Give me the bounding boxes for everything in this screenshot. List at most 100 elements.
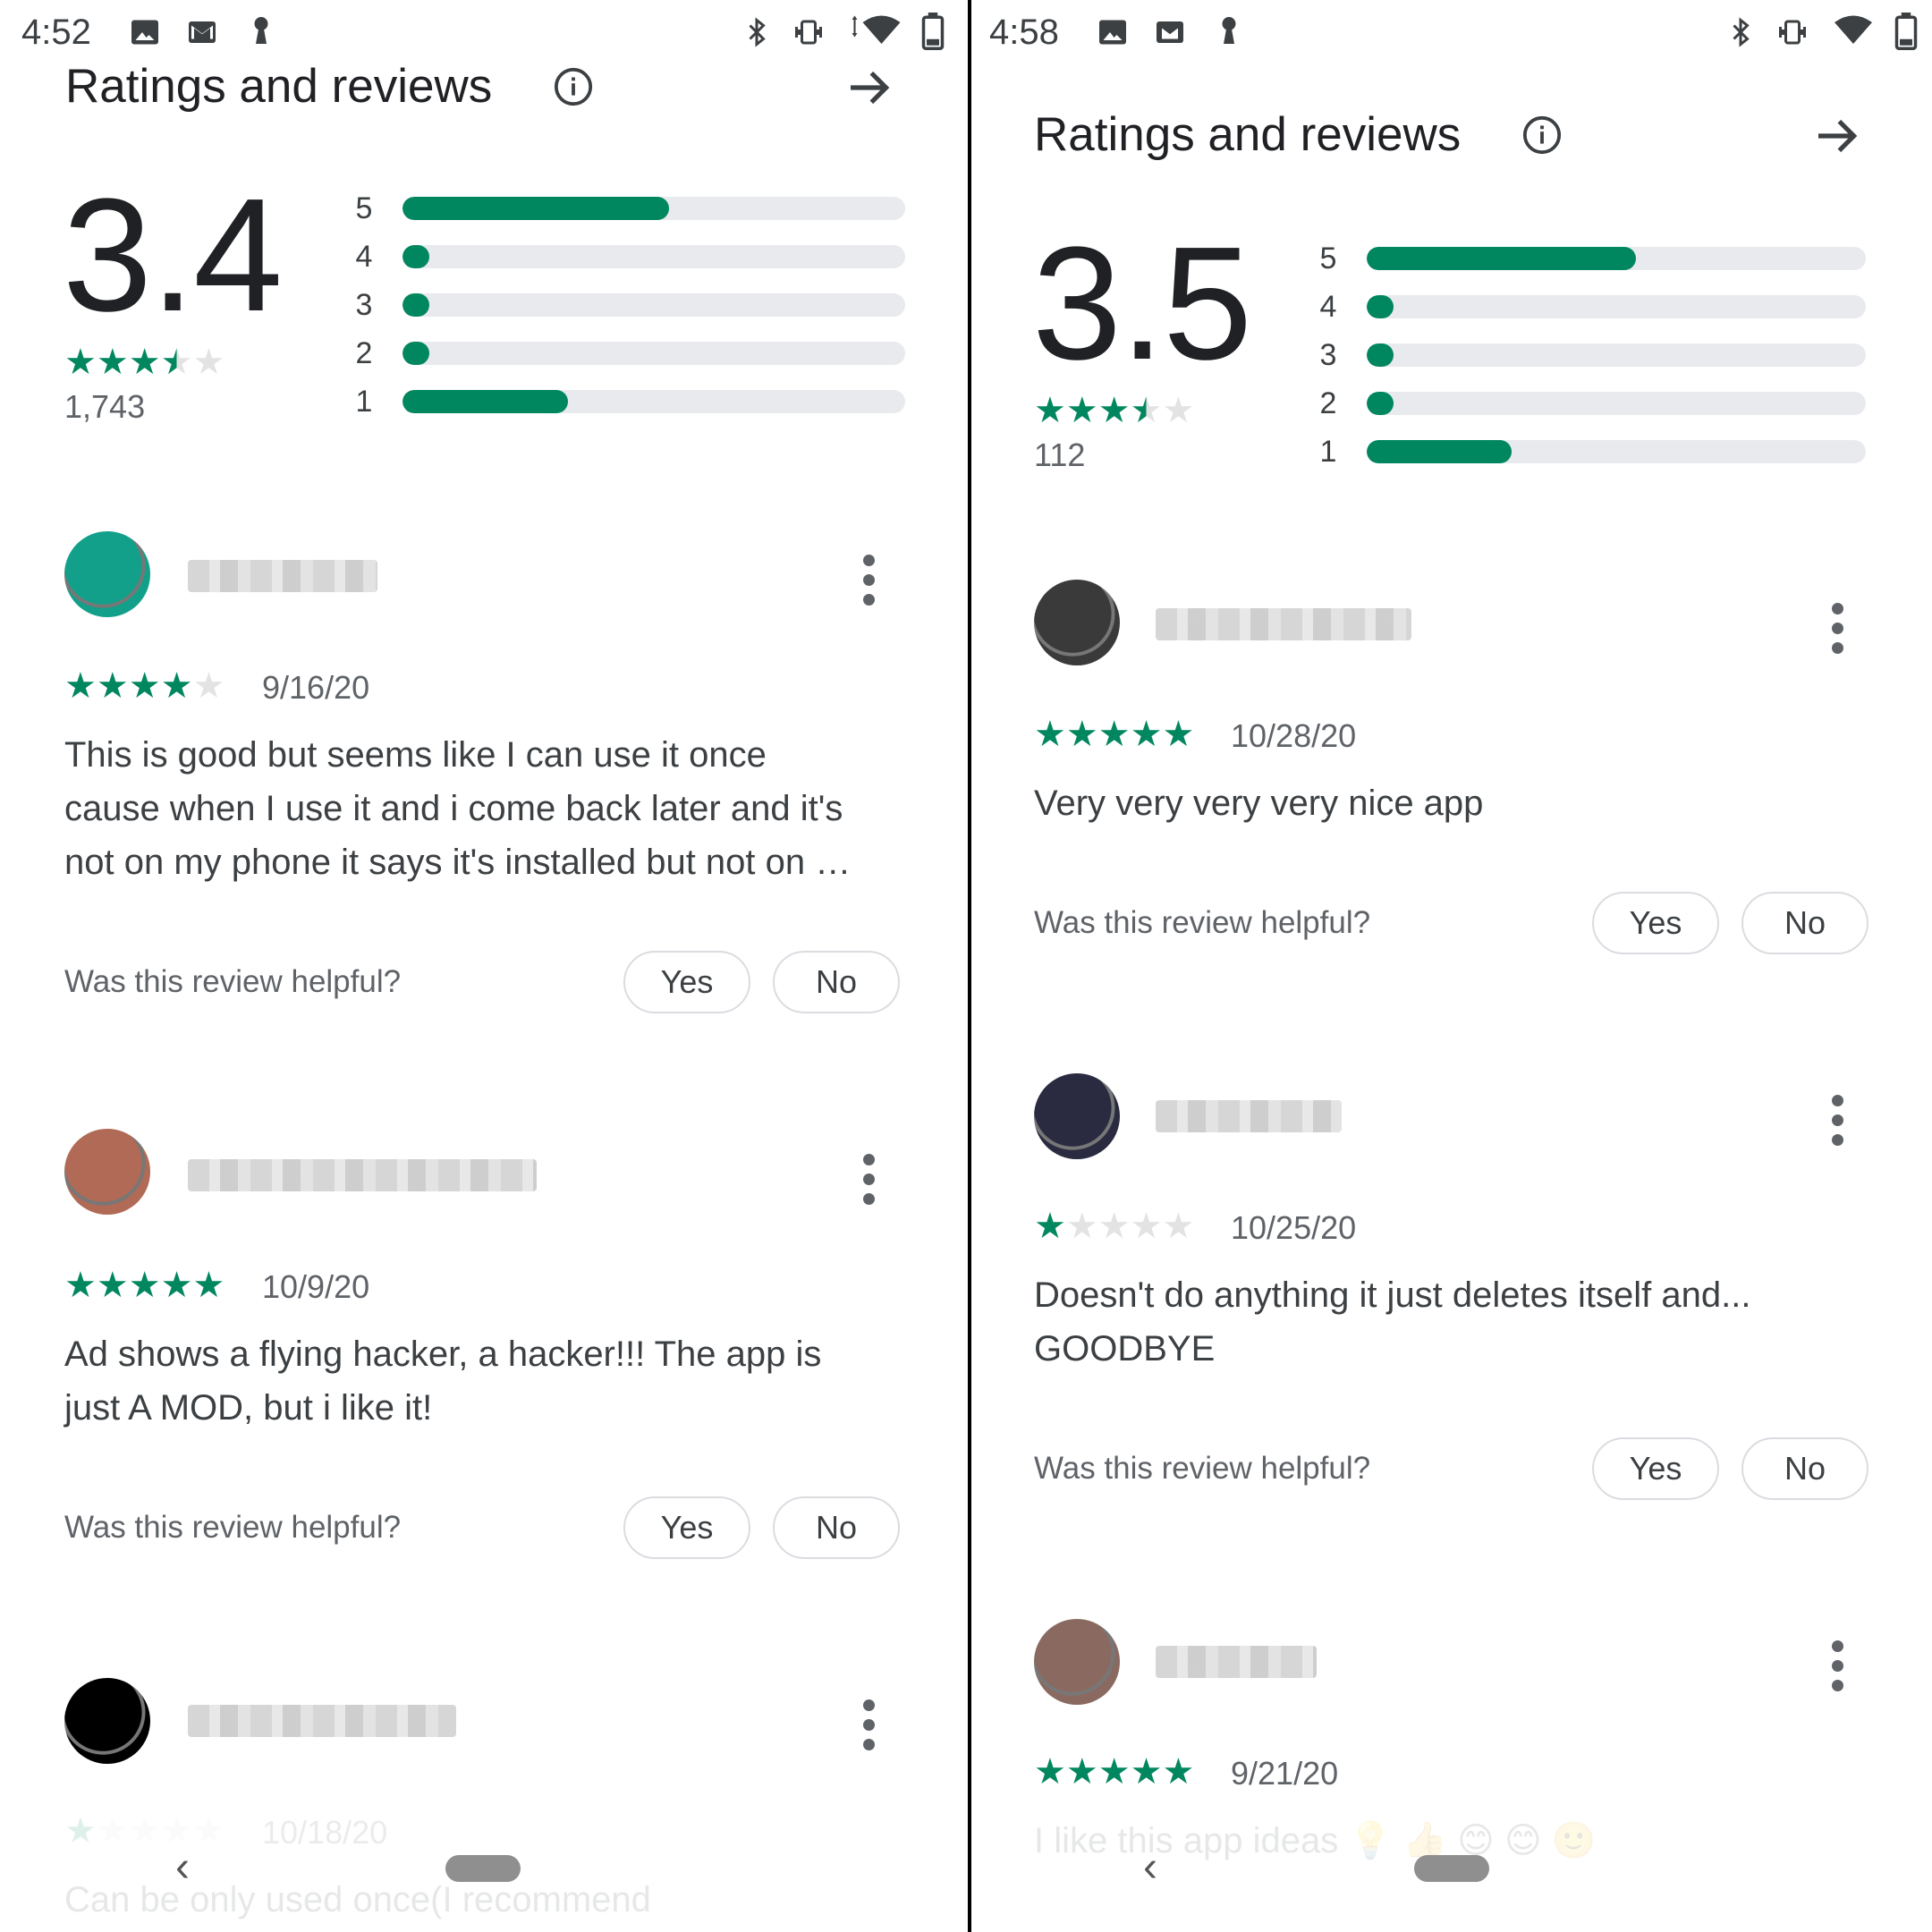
star-icon: ★	[1065, 1207, 1098, 1246]
star-icon: ★	[96, 343, 129, 382]
star-icon: ★	[1097, 715, 1131, 754]
review-text: Ad shows a flying hacker, a hacker!!! Th…	[64, 1335, 822, 1428]
distribution-track	[1367, 440, 1866, 463]
star-icon: ★	[128, 1266, 161, 1305]
helpful-question: Was this review helpful?	[1034, 1451, 1371, 1486]
reviewer-avatar	[64, 531, 150, 617]
review-stars: ★★★★★	[1034, 1751, 1194, 1792]
more-vert-icon[interactable]	[863, 555, 876, 614]
reviewer-avatar	[1034, 1619, 1120, 1705]
star-icon: ★	[1034, 715, 1066, 754]
distribution-row: 4	[1315, 283, 1866, 331]
left-screen: 4:52 Ratings and reviews 3.4 ★★★★★ 1,743…	[0, 0, 968, 1932]
star-icon: ★	[160, 343, 193, 382]
helpful-no-button[interactable]: No	[773, 951, 900, 1013]
distribution-fill	[1367, 343, 1394, 367]
back-chevron-icon[interactable]: ‹	[1143, 1843, 1157, 1892]
star-icon: ★	[1162, 1752, 1195, 1792]
helpful-no-button[interactable]: No	[1741, 892, 1868, 954]
helpful-yes-button[interactable]: Yes	[1592, 1437, 1719, 1500]
helpful-no-button[interactable]: No	[1741, 1437, 1868, 1500]
review-stars: ★★★★★	[64, 665, 225, 707]
wifi-data-icon	[852, 15, 901, 44]
helpful-yes-button[interactable]: Yes	[1592, 892, 1719, 954]
distribution-track	[402, 293, 905, 317]
distribution-fill	[402, 342, 429, 365]
star-icon: ★	[192, 666, 225, 706]
star-icon: ★	[1034, 391, 1066, 430]
star-icon: ★	[96, 1811, 129, 1851]
distribution-fill	[402, 197, 669, 220]
more-vert-icon[interactable]	[1832, 1095, 1844, 1154]
star-icon: ★	[192, 1266, 225, 1305]
review-text: This is good but seems like I can use it…	[64, 735, 852, 882]
star-icon: ★	[1065, 391, 1098, 430]
helpful-yes-button[interactable]: Yes	[623, 951, 750, 1013]
review-date: 10/18/20	[262, 1814, 388, 1851]
arrow-right-icon[interactable]	[1812, 111, 1862, 161]
review-date: 9/16/20	[262, 669, 370, 706]
info-icon[interactable]	[553, 66, 594, 107]
review-stars: ★★★★★	[1034, 714, 1194, 755]
helpful-no-button[interactable]: No	[773, 1496, 900, 1559]
bluetooth-icon	[749, 17, 766, 47]
review-date: 10/25/20	[1231, 1209, 1357, 1246]
home-pill[interactable]	[1414, 1855, 1489, 1882]
review-stars: ★★★★★	[1034, 1206, 1194, 1247]
distribution-track	[1367, 295, 1866, 318]
distribution-row: 1	[351, 377, 905, 426]
distribution-track	[402, 390, 905, 413]
info-icon[interactable]	[1521, 114, 1563, 156]
distribution-track	[1367, 343, 1866, 367]
more-vert-icon[interactable]	[863, 1699, 876, 1758]
distribution-row: 3	[1315, 331, 1866, 379]
star-icon: ★	[128, 666, 161, 706]
helpful-question: Was this review helpful?	[64, 1510, 402, 1545]
distribution-label: 4	[355, 239, 373, 274]
status-time: 4:52	[21, 13, 91, 52]
review-date: 10/28/20	[1231, 717, 1357, 754]
distribution-label: 1	[355, 384, 373, 419]
more-vert-icon[interactable]	[1832, 603, 1844, 662]
reviewer-name-blurred	[1156, 608, 1411, 640]
bluetooth-icon	[1733, 17, 1750, 47]
rating-count: 1,743	[64, 388, 146, 425]
average-rating: 3.4	[63, 165, 283, 345]
arrow-right-icon[interactable]	[844, 63, 894, 113]
star-icon: ★	[1130, 715, 1163, 754]
star-icon: ★	[1034, 1752, 1066, 1792]
star-icon: ★	[192, 343, 225, 382]
distribution-track	[402, 342, 905, 365]
vibrate-icon	[1779, 20, 1806, 45]
rating-count: 112	[1034, 436, 1086, 473]
distribution-fill	[1367, 440, 1512, 463]
more-vert-icon[interactable]	[1832, 1640, 1844, 1699]
rating-distribution: 5 4 3 2 1	[1315, 234, 1866, 476]
star-icon: ★	[64, 1811, 97, 1851]
distribution-row: 2	[1315, 379, 1866, 428]
star-icon: ★	[1097, 1752, 1131, 1792]
reviewer-name-blurred	[1156, 1646, 1317, 1678]
home-pill[interactable]	[445, 1855, 521, 1882]
gmail-notification-icon	[1157, 21, 1183, 43]
star-icon: ★	[1162, 1207, 1195, 1246]
reviewer-name-blurred	[188, 1705, 456, 1737]
star-icon: ★	[1097, 1207, 1131, 1246]
more-vert-icon[interactable]	[863, 1154, 876, 1213]
reviewer-avatar	[1034, 1073, 1120, 1159]
page-title: Ratings and reviews	[65, 60, 493, 113]
star-icon: ★	[64, 666, 97, 706]
keyhole-notification-icon	[1222, 17, 1236, 44]
rating-distribution: 5 4 3 2 1	[351, 184, 905, 426]
back-chevron-icon[interactable]: ‹	[175, 1843, 190, 1892]
star-icon: ★	[1065, 715, 1098, 754]
star-icon: ★	[1034, 1207, 1066, 1246]
star-icon: ★	[1130, 391, 1163, 430]
status-time: 4:58	[989, 13, 1059, 52]
review-stars: ★★★★★	[64, 1265, 225, 1306]
star-icon: ★	[160, 666, 193, 706]
helpful-yes-button[interactable]: Yes	[623, 1496, 750, 1559]
star-icon: ★	[128, 1811, 161, 1851]
distribution-track	[1367, 247, 1866, 270]
reviewer-name-blurred	[188, 560, 377, 592]
